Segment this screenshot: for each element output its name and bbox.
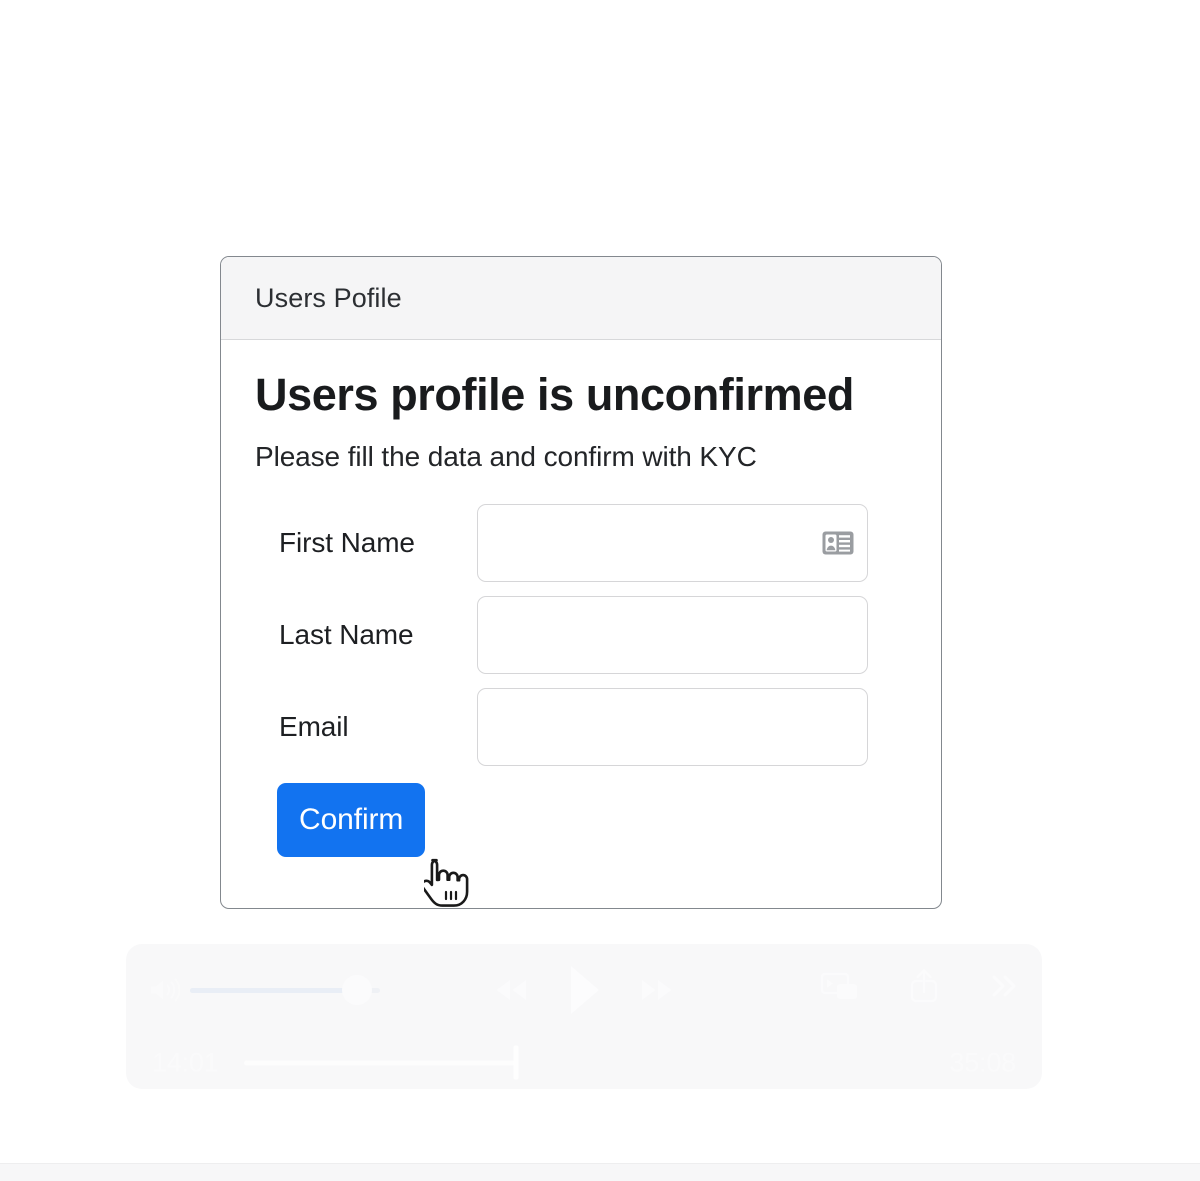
media-player-top-row — [126, 944, 1042, 1036]
form-row-email: Email — [255, 681, 907, 773]
play-button[interactable] — [563, 962, 605, 1018]
last-name-label: Last Name — [279, 618, 414, 650]
volume-slider[interactable] — [190, 975, 380, 1005]
confirm-row: Confirm — [255, 773, 907, 857]
form-row-last-name: Last Name — [255, 589, 907, 681]
card-header: Users Pofile — [221, 257, 941, 340]
email-label: Email — [279, 710, 349, 742]
media-player-controls: 14:01 35:08 — [126, 944, 1042, 1089]
email-input-wrap — [477, 687, 868, 766]
card-body: Users profile is unconfirmed Please fill… — [221, 340, 941, 857]
duration-label: 35:08 — [949, 1047, 1016, 1077]
speaker-wave-icon[interactable] — [148, 976, 182, 1004]
form-row-first-name: First Name — [255, 497, 907, 589]
current-time-label: 14:01 — [152, 1047, 219, 1077]
users-profile-card: Users Pofile Users profile is unconfirme… — [220, 256, 942, 909]
page-title: Users profile is unconfirmed — [255, 369, 854, 420]
kyc-form: First Name Last Name Email Confirm — [255, 473, 907, 857]
email-input[interactable] — [477, 687, 868, 766]
volume-slider-knob[interactable] — [342, 975, 373, 1005]
page-bottom-strip — [0, 1163, 1200, 1181]
page-subtitle: Please fill the data and confirm with KY… — [255, 440, 757, 472]
first-name-input-wrap — [477, 503, 868, 582]
first-name-input[interactable] — [477, 503, 868, 582]
volume-slider-fill — [190, 987, 358, 993]
chevron-double-right-icon[interactable] — [988, 971, 1020, 1001]
media-player-scrubber-row: 14:01 35:08 — [126, 1036, 1042, 1089]
rewind-button[interactable] — [489, 973, 533, 1007]
picture-in-picture-icon[interactable] — [820, 969, 860, 1003]
first-name-label: First Name — [279, 526, 415, 558]
last-name-input-wrap — [477, 595, 868, 674]
progress-slider[interactable] — [244, 1045, 924, 1080]
fast-forward-button[interactable] — [635, 973, 679, 1007]
transport-controls — [489, 962, 679, 1018]
volume-control — [148, 970, 380, 1010]
progress-slider-fill — [244, 1060, 516, 1065]
share-icon[interactable] — [908, 968, 940, 1004]
last-name-input[interactable] — [477, 595, 868, 674]
confirm-button[interactable]: Confirm — [277, 782, 426, 857]
card-header-title: Users Pofile — [255, 282, 402, 313]
progress-slider-playhead[interactable] — [513, 1045, 519, 1080]
utility-controls — [820, 968, 1020, 1004]
